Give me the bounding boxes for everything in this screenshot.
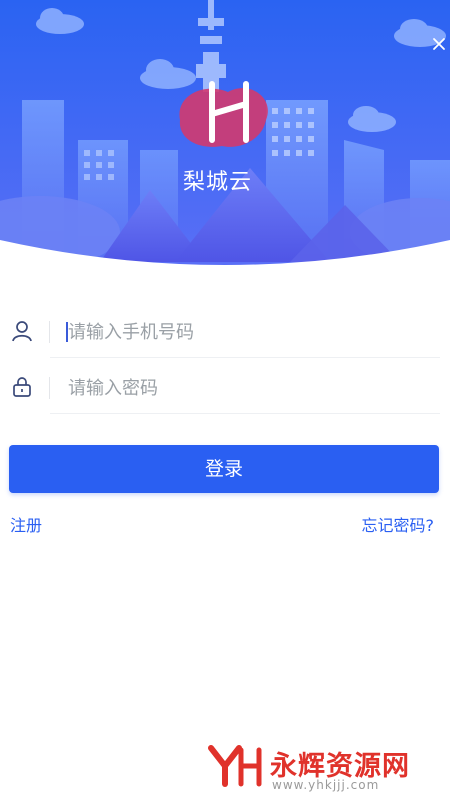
user-icon bbox=[10, 319, 34, 343]
city-skyline-illustration bbox=[0, 0, 450, 270]
forgot-password-link[interactable]: 忘记密码? bbox=[362, 512, 435, 536]
password-field-separator bbox=[49, 377, 50, 399]
phone-field-underline bbox=[50, 357, 440, 358]
text-caret bbox=[66, 322, 68, 342]
password-field-underline bbox=[50, 413, 440, 414]
close-icon-glyph bbox=[433, 38, 445, 50]
login-button[interactable]: 登录 bbox=[9, 445, 439, 493]
phone-field-separator bbox=[49, 321, 50, 343]
lock-icon bbox=[10, 375, 34, 399]
password-field bbox=[0, 360, 450, 414]
password-input[interactable] bbox=[66, 370, 440, 406]
app-name: 梨城云 bbox=[183, 170, 253, 195]
yh-logo-icon bbox=[208, 745, 262, 787]
header-illustration bbox=[0, 0, 450, 270]
phone-field bbox=[0, 304, 450, 358]
app-logo-icon bbox=[179, 81, 268, 147]
watermark-url: www.yhkjjj.com bbox=[272, 778, 380, 792]
close-icon[interactable] bbox=[432, 34, 450, 54]
register-link[interactable]: 注册 bbox=[10, 512, 42, 536]
phone-input[interactable] bbox=[66, 314, 440, 350]
